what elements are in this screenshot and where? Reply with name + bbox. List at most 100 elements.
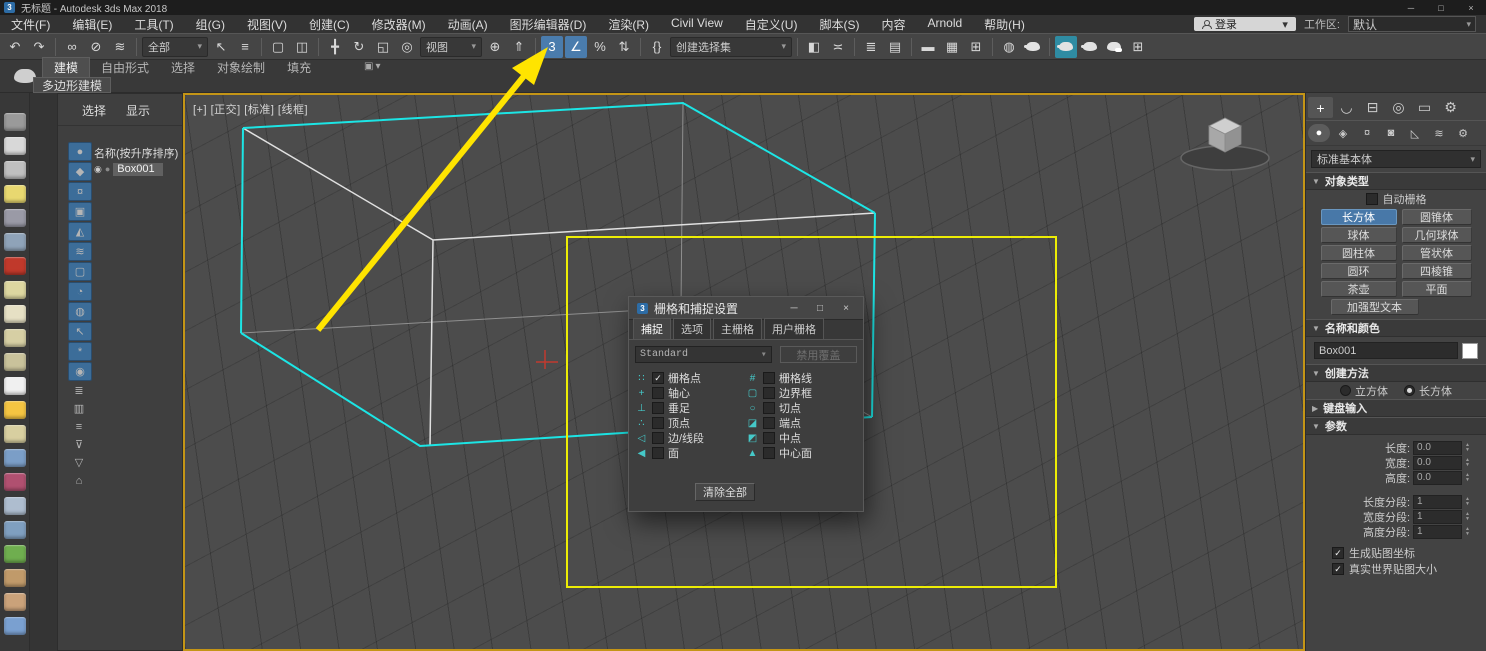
menu-item[interactable]: 渲染(R) <box>597 16 660 33</box>
checkbox[interactable]: ✓ <box>763 402 775 414</box>
snap-tab-snaps[interactable]: 捕捉 <box>633 318 671 339</box>
checkbox[interactable]: ✓ <box>1332 547 1344 559</box>
display-children-icon[interactable]: ◉ <box>68 362 92 381</box>
select-and-place-icon[interactable]: ◎ ▾ <box>396 36 418 58</box>
rollout-parameters[interactable]: ▼ 参数 <box>1306 417 1486 435</box>
create-type-space-warps[interactable]: ≋ <box>1428 124 1450 142</box>
filter-none-icon[interactable]: ⊽ <box>68 436 90 453</box>
checkbox[interactable]: ✓ <box>652 417 664 429</box>
window-maximize-button[interactable]: □ <box>1426 3 1456 13</box>
creation-method-box[interactable]: 长方体 <box>1404 383 1452 399</box>
toggle-ribbon-icon[interactable]: ▬ ▾ <box>917 36 939 58</box>
spinner[interactable]: ▲▼ <box>1465 512 1470 522</box>
audio-icon[interactable] <box>4 209 26 227</box>
unlink-selection-icon[interactable]: ⊘ ▾ <box>85 36 107 58</box>
object-button-pyramid[interactable]: 四棱锥 <box>1402 263 1472 279</box>
menu-item[interactable]: 动画(A) <box>437 16 499 33</box>
panel-tab-utilities[interactable]: ⚙ <box>1438 97 1463 118</box>
visibility-eye-icon[interactable]: ◉ <box>94 164 102 175</box>
spinner[interactable]: ▲▼ <box>1465 443 1470 453</box>
menu-item[interactable]: 创建(C) <box>298 16 361 33</box>
display-containers-icon[interactable]: ◔ <box>68 282 92 301</box>
primitive-sphere-icon[interactable] <box>4 329 26 347</box>
dialog-close-button[interactable]: × <box>833 303 859 314</box>
material-editor-icon[interactable]: ◍ ▾ <box>998 36 1020 58</box>
rollout-keyboard-entry[interactable]: ▶ 键盘输入 <box>1306 399 1486 417</box>
real-world-map-size-checkbox[interactable]: ✓ 真实世界贴图大小 <box>1306 561 1486 577</box>
menu-item[interactable]: 自定义(U) <box>734 16 809 33</box>
sphere-blue-icon[interactable] <box>4 617 26 635</box>
viewport-layout-tabs-icon[interactable]: ⊞ ▾ <box>1127 36 1149 58</box>
tree-sort-header[interactable]: 名称(按升序排序) <box>94 144 180 161</box>
create-type-helpers[interactable]: ◺ <box>1404 124 1426 142</box>
object-color-swatch[interactable] <box>1462 343 1478 359</box>
menu-item[interactable]: 文件(F) <box>0 16 61 33</box>
render-setup-icon[interactable]: ▾ <box>1022 36 1044 58</box>
select-and-manipulate-icon[interactable]: ⇑ ▾ <box>508 36 530 58</box>
checkbox[interactable]: ✓ <box>763 432 775 444</box>
menu-item[interactable]: 视图(V) <box>236 16 298 33</box>
filter-selected-icon[interactable]: ▽ <box>68 454 90 471</box>
category-dropdown[interactable]: 标准基本体 ▾ <box>1311 150 1481 168</box>
rollout-object-type[interactable]: ▼ 对象类型 <box>1306 172 1486 190</box>
checkbox[interactable]: ✓ <box>763 387 775 399</box>
menu-item[interactable]: 脚本(S) <box>808 16 870 33</box>
generate-mapping-coords-checkbox[interactable]: ✓ 生成贴图坐标 <box>1306 545 1486 561</box>
login-button[interactable]: 登录 ▾ <box>1194 17 1296 31</box>
toggle-layer-explorer-icon[interactable]: ▤ ▾ <box>884 36 906 58</box>
menu-item[interactable]: 编辑(E) <box>61 16 123 33</box>
menu-item[interactable]: 内容 <box>870 16 916 33</box>
schedule-icon[interactable] <box>4 161 26 179</box>
curve-editor-icon[interactable]: ▦ ▾ <box>941 36 963 58</box>
ribbon-tab-freeform[interactable]: 自由形式 <box>90 58 160 77</box>
creation-method-cube[interactable]: 立方体 <box>1340 383 1388 399</box>
ribbon-tab-selection[interactable]: 选择 <box>160 58 206 77</box>
render-production-icon[interactable]: ▾ <box>1079 36 1101 58</box>
object-button-plane[interactable]: 平面 <box>1402 281 1472 297</box>
spinner[interactable]: ▲▼ <box>1465 527 1470 537</box>
toggle-scene-explorer-icon[interactable]: ≣ ▾ <box>860 36 882 58</box>
schematic-view-icon[interactable]: ⊞ ▾ <box>965 36 987 58</box>
ribbon-overflow-icon[interactable]: ▣▾ <box>356 61 388 72</box>
rollout-creation-method[interactable]: ▼ 创建方法 <box>1306 364 1486 382</box>
pyramid-helper-icon[interactable] <box>4 497 26 515</box>
select-and-move-icon[interactable]: ╋ ▾ <box>324 36 346 58</box>
object-button-teapot[interactable]: 茶壶 <box>1321 281 1397 297</box>
angle-snap-toggle-icon[interactable]: ∠ ▾ <box>565 36 587 58</box>
render-in-cloud-icon[interactable]: ▾ <box>1103 36 1125 58</box>
ribbon-tab-populate[interactable]: 填充 <box>276 58 322 77</box>
primitive-torus-icon[interactable] <box>4 353 26 371</box>
checkbox[interactable]: ✓ <box>763 417 775 429</box>
rectangular-selection-region-icon[interactable]: ▢ ▾ <box>267 36 289 58</box>
create-type-shapes[interactable]: ◈ <box>1332 124 1354 142</box>
snap-preset-dropdown[interactable]: Standard ▾ <box>635 346 772 363</box>
dialog-titlebar[interactable]: 3 栅格和捕捉设置 ─ □ × <box>629 297 863 320</box>
select-and-uniform-scale-icon[interactable]: ◱ ▾ <box>372 36 394 58</box>
notes-icon[interactable] <box>4 137 26 155</box>
rendered-frame-window-icon[interactable]: ▾ <box>1055 36 1077 58</box>
primitive-dome-icon[interactable] <box>4 305 26 323</box>
ribbon-tab-modeling[interactable]: 建模 <box>42 57 90 77</box>
bind-to-space-warp-icon[interactable]: ≋ ▾ <box>109 36 131 58</box>
waves-icon[interactable] <box>4 449 26 467</box>
display-all-icon[interactable]: ● <box>68 142 92 161</box>
snap-tab-home-grid[interactable]: 主栅格 <box>713 318 762 339</box>
explorer-menu-select[interactable]: 选择 <box>82 102 106 119</box>
display-space-warps-icon[interactable]: ≋ <box>68 242 92 261</box>
wirecolor-dot-icon[interactable]: ● <box>105 164 110 174</box>
viewport-label[interactable]: [+] [正交] [标准] [线框] <box>193 101 308 117</box>
sort-by-color-icon[interactable]: ≡ <box>68 418 90 435</box>
sort-by-name-icon[interactable]: ≣ <box>68 382 90 399</box>
spinner[interactable]: ▲▼ <box>1465 473 1470 483</box>
reference-coordinate-system-dropdown[interactable]: 视图 ▾ <box>420 37 482 57</box>
panel-tab-modify[interactable]: ◡ <box>1334 97 1359 118</box>
sort-by-type-icon[interactable]: ▥ <box>68 400 90 417</box>
molecule-icon[interactable] <box>4 473 26 491</box>
display-frozen-icon[interactable]: ↖ <box>68 322 92 341</box>
select-object-icon[interactable]: ↖ ▾ <box>210 36 232 58</box>
snap-tab-options[interactable]: 选项 <box>673 318 711 339</box>
render-preview-icon[interactable] <box>4 113 26 131</box>
checkbox[interactable]: ✓ <box>763 372 775 384</box>
object-button-tube[interactable]: 管状体 <box>1402 245 1472 261</box>
redo-icon[interactable]: ↷ ▾ <box>28 36 50 58</box>
